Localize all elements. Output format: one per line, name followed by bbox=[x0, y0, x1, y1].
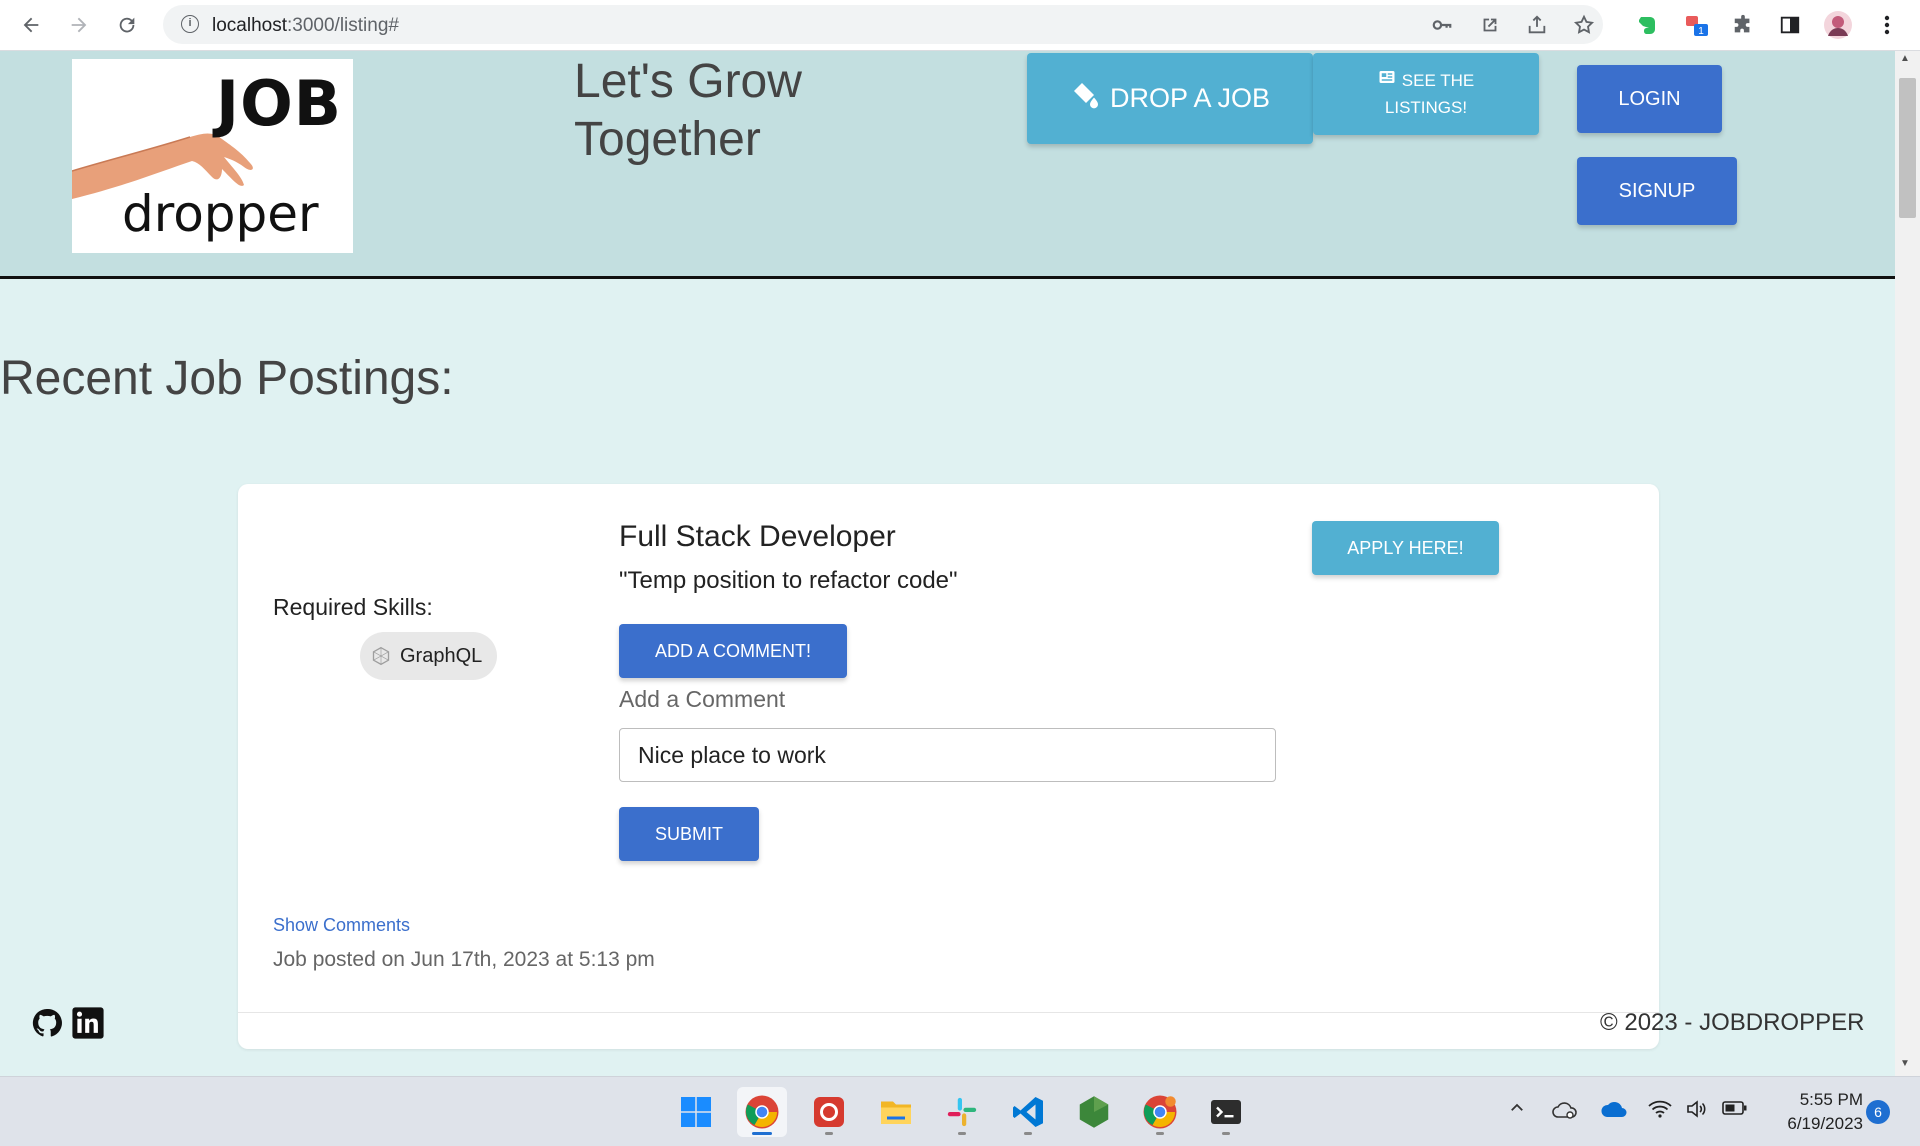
extensions-puzzle-icon[interactable] bbox=[1728, 10, 1758, 40]
address-bar[interactable]: i localhost:3000/listing# bbox=[163, 5, 1603, 44]
browser-toolbar: i localhost:3000/listing# 1 bbox=[0, 0, 1920, 51]
jobdropper-logo[interactable]: JOB dropper bbox=[72, 59, 353, 253]
show-comments-link[interactable]: Show Comments bbox=[273, 915, 410, 936]
forward-icon[interactable] bbox=[64, 10, 94, 40]
submit-label: SUBMIT bbox=[654, 823, 723, 844]
running-indicator bbox=[1222, 1132, 1230, 1135]
notification-badge[interactable]: 6 bbox=[1866, 1100, 1890, 1124]
signup-label: SIGNUP bbox=[1618, 179, 1696, 202]
active-indicator bbox=[752, 1132, 772, 1135]
logo-dropper-text: dropper bbox=[122, 185, 319, 243]
bookmark-star-icon[interactable] bbox=[1573, 14, 1595, 42]
section-title: Recent Job Postings: bbox=[0, 352, 454, 405]
side-panel-icon[interactable] bbox=[1775, 10, 1805, 40]
see-listings-label-2: LISTINGS! bbox=[1384, 98, 1468, 117]
github-icon[interactable] bbox=[30, 1006, 64, 1040]
add-comment-button[interactable]: ADD A COMMENT! bbox=[619, 624, 847, 678]
browser-menu-icon[interactable] bbox=[1872, 10, 1902, 40]
tagline-line-2: Together bbox=[574, 113, 761, 166]
evernote-extension-icon[interactable] bbox=[1632, 10, 1662, 40]
key-icon[interactable] bbox=[1431, 14, 1453, 42]
page-viewport: JOB dropper Let's Grow Together DROP A J… bbox=[0, 51, 1895, 1076]
hexagon-icon bbox=[370, 645, 392, 667]
see-listings-line-1-row: SEE THE bbox=[1378, 67, 1474, 94]
drop-a-job-button[interactable]: DROP A JOB bbox=[1027, 53, 1313, 144]
slack-icon[interactable] bbox=[937, 1087, 987, 1137]
copyright-text: © 2023 - JOBDROPPER bbox=[1600, 1009, 1865, 1036]
job-listing-card: Required Skills: GraphQL Full Stack Deve… bbox=[238, 484, 1659, 1049]
logo-job-text: JOB bbox=[216, 67, 343, 140]
apply-here-label: APPLY HERE! bbox=[1347, 537, 1464, 558]
comment-input[interactable] bbox=[619, 728, 1276, 782]
card-divider bbox=[238, 1012, 1659, 1013]
onedrive-icon[interactable] bbox=[1600, 1099, 1628, 1125]
scrollbar-thumb[interactable] bbox=[1899, 78, 1916, 218]
login-label: LOGIN bbox=[1618, 87, 1681, 110]
signup-button[interactable]: SIGNUP bbox=[1577, 157, 1737, 225]
windows-start-icon[interactable] bbox=[671, 1087, 721, 1137]
skill-chip-label: GraphQL bbox=[400, 644, 483, 667]
login-button[interactable]: LOGIN bbox=[1577, 65, 1722, 133]
red-app-taskbar-icon[interactable] bbox=[804, 1087, 854, 1137]
extension-badge-icon[interactable]: 1 bbox=[1682, 10, 1712, 40]
site-header: JOB dropper Let's Grow Together DROP A J… bbox=[0, 51, 1895, 279]
extension-badge-count: 1 bbox=[1698, 26, 1704, 37]
job-posted-date: Job posted on Jun 17th, 2023 at 5:13 pm bbox=[273, 948, 655, 971]
required-skills-label: Required Skills: bbox=[273, 594, 433, 620]
url-text[interactable]: localhost:3000/listing# bbox=[212, 15, 399, 37]
running-indicator bbox=[958, 1132, 966, 1135]
skill-chip: GraphQL bbox=[360, 632, 497, 680]
url-host: localhost bbox=[212, 15, 287, 36]
nodejs-icon[interactable] bbox=[1069, 1087, 1119, 1137]
wifi-icon[interactable] bbox=[1648, 1099, 1672, 1125]
system-clock[interactable]: 5:55 PM 6/19/2023 bbox=[1763, 1088, 1863, 1136]
terminal-icon[interactable] bbox=[1201, 1087, 1251, 1137]
paint-bucket-icon bbox=[1070, 79, 1102, 118]
see-listings-label-1: SEE THE bbox=[1401, 71, 1475, 90]
running-indicator bbox=[825, 1132, 833, 1135]
scroll-down-icon[interactable]: ▼ bbox=[1900, 1058, 1910, 1069]
job-description: "Temp position to refactor code" bbox=[619, 567, 958, 594]
clock-time: 5:55 PM bbox=[1799, 1090, 1863, 1109]
drop-a-job-label: DROP A JOB bbox=[1109, 83, 1271, 113]
back-icon[interactable] bbox=[16, 10, 46, 40]
submit-comment-button[interactable]: SUBMIT bbox=[619, 807, 759, 861]
site-info-icon[interactable]: i bbox=[181, 15, 199, 33]
volume-icon[interactable] bbox=[1686, 1099, 1708, 1125]
running-indicator bbox=[1156, 1132, 1164, 1135]
running-indicator bbox=[1024, 1132, 1032, 1135]
add-comment-label: ADD A COMMENT! bbox=[654, 640, 811, 661]
share-icon[interactable] bbox=[1526, 14, 1548, 42]
see-listings-button[interactable]: SEE THE LISTINGS! bbox=[1313, 53, 1539, 135]
battery-icon[interactable] bbox=[1722, 1099, 1748, 1123]
newspaper-icon bbox=[1378, 67, 1396, 94]
linkedin-icon[interactable] bbox=[71, 1006, 105, 1040]
chrome-taskbar-icon[interactable] bbox=[737, 1087, 787, 1137]
url-path: :3000/listing# bbox=[287, 15, 399, 36]
tagline-line-1: Let's Grow bbox=[574, 55, 802, 108]
windows-taskbar: 5:55 PM 6/19/2023 6 bbox=[0, 1076, 1920, 1146]
tagline: Let's Grow Together bbox=[574, 53, 802, 169]
comment-field-label: Add a Comment bbox=[619, 686, 786, 712]
vscode-icon[interactable] bbox=[1003, 1087, 1053, 1137]
open-in-app-icon[interactable] bbox=[1479, 14, 1501, 42]
show-hidden-icons-chevron-icon[interactable] bbox=[1508, 1099, 1526, 1123]
job-title: Full Stack Developer bbox=[619, 520, 896, 553]
chrome-alt-taskbar-icon[interactable] bbox=[1135, 1087, 1185, 1137]
apply-here-button[interactable]: APPLY HERE! bbox=[1312, 521, 1499, 575]
file-explorer-icon[interactable] bbox=[871, 1087, 921, 1137]
scroll-up-icon[interactable]: ▲ bbox=[1900, 53, 1910, 64]
profile-avatar[interactable] bbox=[1823, 10, 1853, 40]
reload-icon[interactable] bbox=[112, 10, 142, 40]
clock-date: 6/19/2023 bbox=[1787, 1114, 1863, 1133]
cloud-sync-icon[interactable] bbox=[1552, 1099, 1578, 1127]
